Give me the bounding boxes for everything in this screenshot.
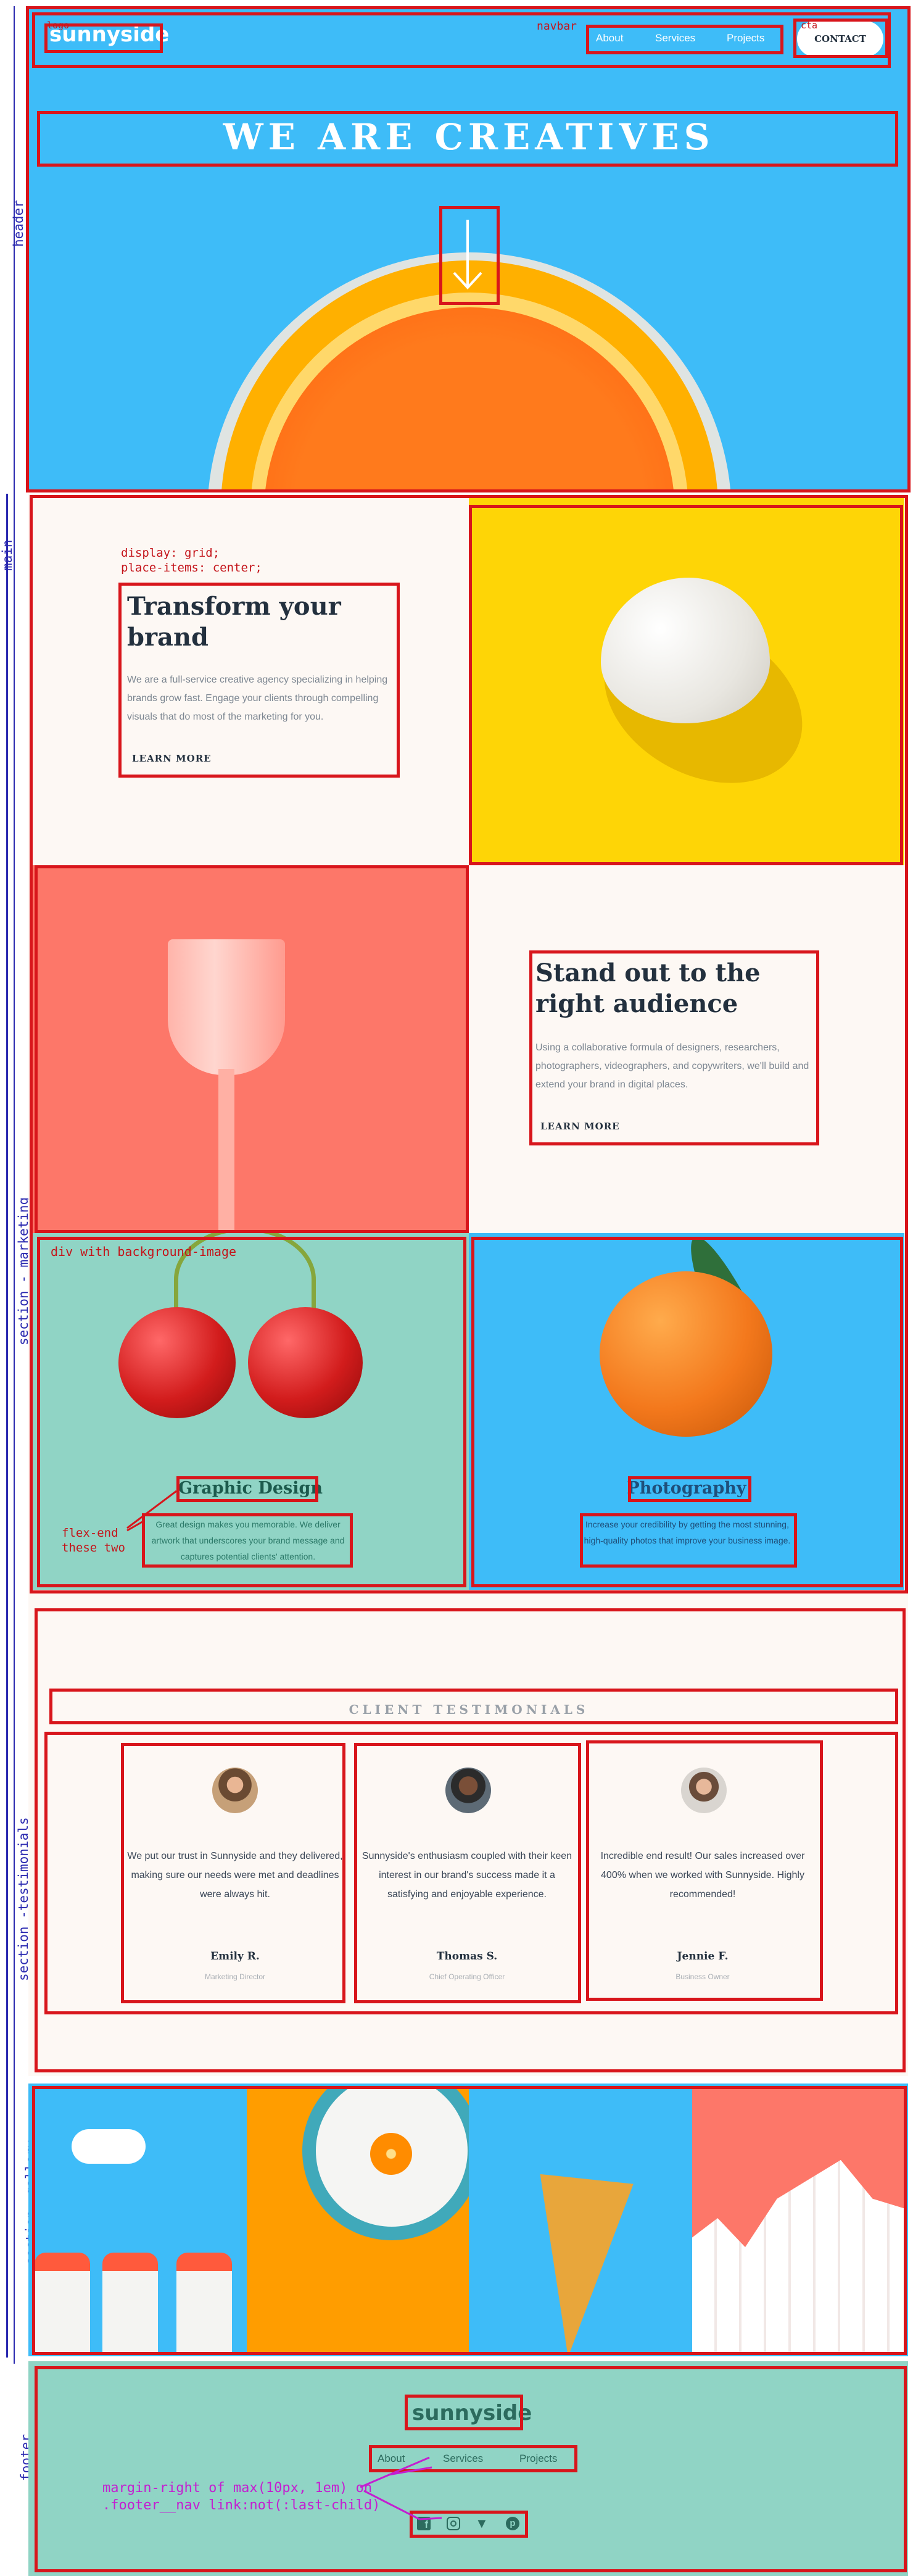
ann-gallery	[32, 2086, 907, 2355]
ann-label-cta: cta	[801, 20, 818, 31]
ann-card-1	[121, 1743, 345, 2003]
side-label-main: main	[0, 539, 15, 571]
side-guide-main	[6, 494, 9, 2358]
ann-card-2	[354, 1743, 581, 2003]
ann-label-flex-end: flex-end these two	[62, 1526, 125, 1555]
ann-egg	[469, 505, 903, 865]
side-guide-line	[14, 6, 15, 2364]
ann-testimonials-heading	[49, 1689, 898, 1724]
ann-footer-logo	[405, 2395, 523, 2430]
ann-transform-text	[118, 583, 400, 778]
side-label-header: header	[11, 200, 26, 247]
ann-graphic-title	[176, 1476, 318, 1502]
ann-hero-title	[37, 111, 898, 167]
ann-arrow	[439, 206, 500, 305]
ann-standout-text	[529, 950, 819, 1145]
ann-label-footer-margin: margin-right of max(10px, 1em) on .foote…	[102, 2480, 381, 2513]
ann-photo-text	[580, 1513, 797, 1568]
ann-photo-title	[628, 1476, 751, 1502]
ann-footer-arrows	[360, 2456, 442, 2520]
ann-label-grid: display: grid; place-items: center;	[121, 546, 262, 575]
ann-card-3	[586, 1740, 823, 2001]
ann-nav	[586, 25, 783, 54]
ann-flex-arrows	[126, 1490, 177, 1532]
ann-label-logo: logo	[47, 20, 70, 31]
ann-label-navbar: navbar	[537, 20, 577, 33]
ann-glass	[35, 865, 469, 1233]
ann-label-bg-image: div with background-image	[51, 1244, 237, 1259]
